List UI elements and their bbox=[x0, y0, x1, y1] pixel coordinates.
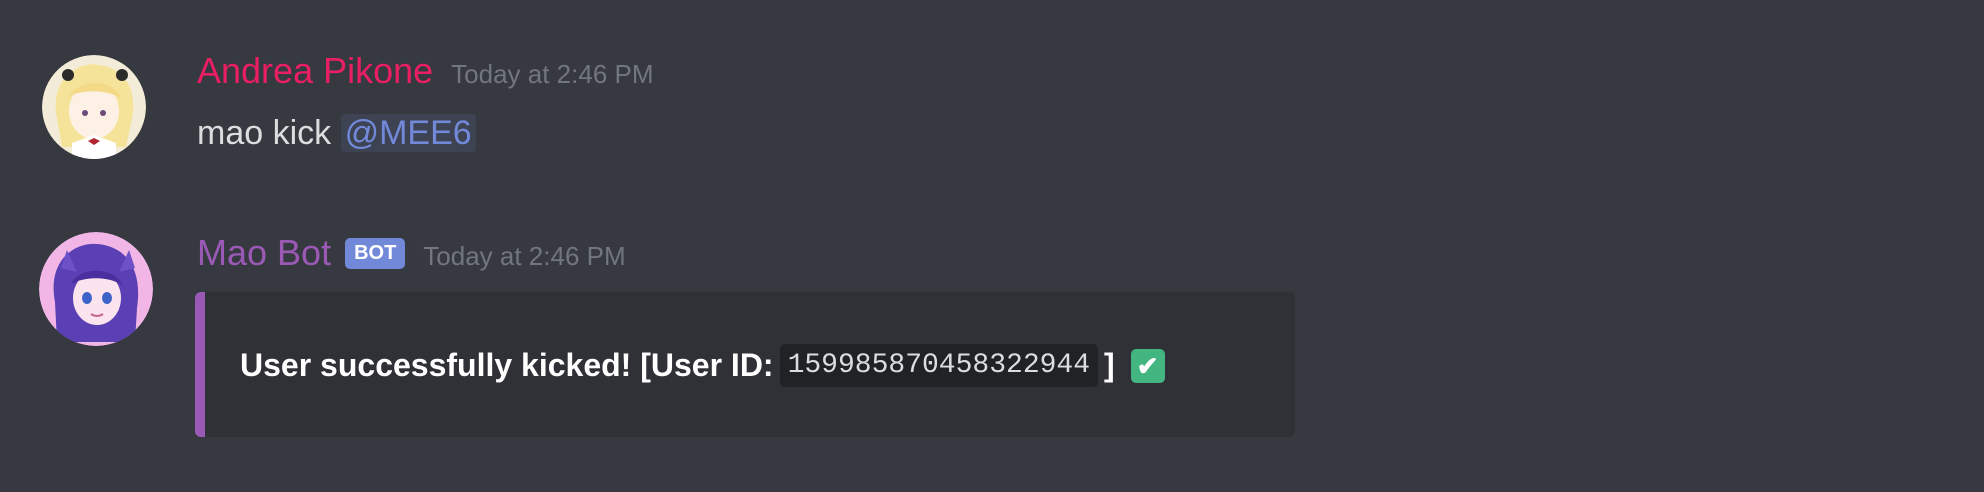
avatar-mao-bot[interactable] bbox=[39, 232, 153, 346]
message-text: mao kick bbox=[197, 114, 332, 152]
embed-description: User successfully kicked! [User ID: 1599… bbox=[240, 344, 1165, 387]
author-name[interactable]: Mao Bot bbox=[197, 232, 331, 274]
author-name[interactable]: Andrea Pikone bbox=[197, 50, 433, 92]
avatar-andrea[interactable] bbox=[42, 55, 146, 159]
embed: User successfully kicked! [User ID: 1599… bbox=[195, 292, 1295, 437]
message-content: mao kick @MEE6 bbox=[197, 114, 476, 153]
timestamp: Today at 2:46 PM bbox=[423, 241, 626, 271]
mention-mee6[interactable]: @MEE6 bbox=[340, 114, 476, 152]
embed-text-after: ] bbox=[1104, 347, 1115, 383]
timestamp: Today at 2:46 PM bbox=[451, 59, 654, 89]
user-id-code: 159985870458322944 bbox=[779, 344, 1099, 387]
white-check-mark-icon: ✔ bbox=[1130, 348, 1165, 383]
embed-text-before: User successfully kicked! [User ID: bbox=[240, 347, 774, 383]
bot-tag: BOT bbox=[345, 238, 406, 269]
